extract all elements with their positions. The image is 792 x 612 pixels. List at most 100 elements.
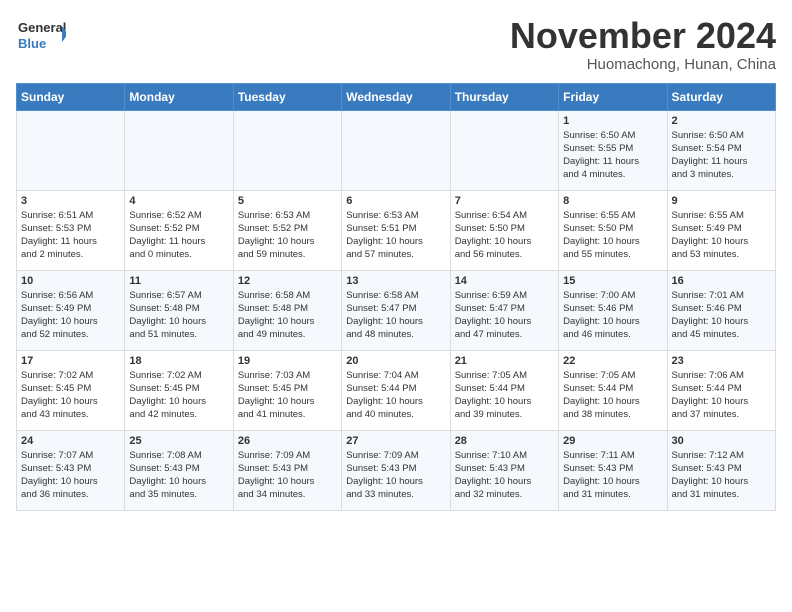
calendar-cell — [233, 110, 341, 190]
day-number: 19 — [238, 355, 337, 367]
calendar-cell: 8 Sunrise: 6:55 AMSunset: 5:50 PMDaylight… — [559, 190, 667, 270]
calendar-cell: 2Sunrise: 6:50 AMSunset: 5:54 PMDaylight… — [667, 110, 775, 190]
day-number: 21 — [455, 355, 554, 367]
day-info: Sunrise: 7:03 AMSunset: 5:45 PMDaylight:… — [238, 369, 337, 422]
day-number: 22 — [563, 355, 662, 367]
day-number: 29 — [563, 435, 662, 447]
calendar-cell: 23 Sunrise: 7:06 AMSunset: 5:44 PMDayligh… — [667, 350, 775, 430]
calendar-cell: 25 Sunrise: 7:08 AMSunset: 5:43 PMDayligh… — [125, 430, 233, 510]
weekday-header-friday: Friday — [559, 83, 667, 110]
day-number: 1 — [563, 115, 662, 127]
day-number: 27 — [346, 435, 445, 447]
calendar-cell: 11 Sunrise: 6:57 AMSunset: 5:48 PMDayligh… — [125, 270, 233, 350]
day-number: 6 — [346, 195, 445, 207]
day-number: 10 — [21, 275, 120, 287]
calendar-cell: 29 Sunrise: 7:11 AMSunset: 5:43 PMDayligh… — [559, 430, 667, 510]
calendar-cell: 16 Sunrise: 7:01 AMSunset: 5:46 PMDayligh… — [667, 270, 775, 350]
day-number: 13 — [346, 275, 445, 287]
day-number: 8 — [563, 195, 662, 207]
week-row-5: 24 Sunrise: 7:07 AMSunset: 5:43 PMDayligh… — [17, 430, 776, 510]
calendar-cell: 6 Sunrise: 6:53 AMSunset: 5:51 PMDaylight… — [342, 190, 450, 270]
weekday-header-wednesday: Wednesday — [342, 83, 450, 110]
calendar-cell: 26Sunrise: 7:09 AMSunset: 5:43 PMDayligh… — [233, 430, 341, 510]
calendar-table: SundayMondayTuesdayWednesdayThursdayFrid… — [16, 83, 776, 511]
weekday-header-sunday: Sunday — [17, 83, 125, 110]
svg-text:Blue: Blue — [18, 36, 46, 51]
calendar-cell: 27Sunrise: 7:09 AMSunset: 5:43 PMDayligh… — [342, 430, 450, 510]
calendar-cell: 3Sunrise: 6:51 AMSunset: 5:53 PMDaylight… — [17, 190, 125, 270]
day-number: 2 — [672, 115, 771, 127]
weekday-header-row: SundayMondayTuesdayWednesdayThursdayFrid… — [17, 83, 776, 110]
week-row-2: 3Sunrise: 6:51 AMSunset: 5:53 PMDaylight… — [17, 190, 776, 270]
week-row-3: 10 Sunrise: 6:56 AMSunset: 5:49 PMDayligh… — [17, 270, 776, 350]
calendar-cell: 19 Sunrise: 7:03 AMSunset: 5:45 PMDayligh… — [233, 350, 341, 430]
page-header: General Blue November 2024 Huomachong, H… — [16, 16, 776, 73]
day-info: Sunrise: 6:59 AMSunset: 5:47 PMDaylight:… — [455, 289, 554, 342]
day-info: Sunrise: 7:04 AMSunset: 5:44 PMDaylight:… — [346, 369, 445, 422]
day-info: Sunrise: 6:57 AMSunset: 5:48 PMDaylight:… — [129, 289, 228, 342]
calendar-cell — [450, 110, 558, 190]
day-info: Sunrise: 6:54 AMSunset: 5:50 PMDaylight:… — [455, 209, 554, 262]
calendar-cell: 28Sunrise: 7:10 AMSunset: 5:43 PMDayligh… — [450, 430, 558, 510]
calendar-cell: 10 Sunrise: 6:56 AMSunset: 5:49 PMDayligh… — [17, 270, 125, 350]
day-info: Sunrise: 7:02 AMSunset: 5:45 PMDaylight:… — [21, 369, 120, 422]
day-info: Sunrise: 7:07 AMSunset: 5:43 PMDaylight:… — [21, 449, 120, 502]
day-number: 4 — [129, 195, 228, 207]
day-info: Sunrise: 7:12 AMSunset: 5:43 PMDaylight:… — [672, 449, 771, 502]
calendar-cell: 9Sunrise: 6:55 AMSunset: 5:49 PMDaylight… — [667, 190, 775, 270]
week-row-4: 17Sunrise: 7:02 AMSunset: 5:45 PMDayligh… — [17, 350, 776, 430]
day-number: 24 — [21, 435, 120, 447]
day-info: Sunrise: 6:53 AMSunset: 5:52 PMDaylight:… — [238, 209, 337, 262]
week-row-1: 1 Sunrise: 6:50 AMSunset: 5:55 PMDaylight… — [17, 110, 776, 190]
day-number: 14 — [455, 275, 554, 287]
day-number: 23 — [672, 355, 771, 367]
day-info: Sunrise: 7:10 AMSunset: 5:43 PMDaylight:… — [455, 449, 554, 502]
day-info: Sunrise: 7:06 AMSunset: 5:44 PMDaylight:… — [672, 369, 771, 422]
day-info: Sunrise: 7:11 AMSunset: 5:43 PMDaylight:… — [563, 449, 662, 502]
calendar-cell: 13 Sunrise: 6:58 AMSunset: 5:47 PMDayligh… — [342, 270, 450, 350]
day-info: Sunrise: 6:55 AMSunset: 5:49 PMDaylight:… — [672, 209, 771, 262]
day-info: Sunrise: 7:05 AMSunset: 5:44 PMDaylight:… — [563, 369, 662, 422]
calendar-cell: 12 Sunrise: 6:58 AMSunset: 5:48 PMDayligh… — [233, 270, 341, 350]
calendar-cell: 22 Sunrise: 7:05 AMSunset: 5:44 PMDayligh… — [559, 350, 667, 430]
location-subtitle: Huomachong, Hunan, China — [510, 56, 776, 73]
day-info: Sunrise: 7:05 AMSunset: 5:44 PMDaylight:… — [455, 369, 554, 422]
day-info: Sunrise: 7:09 AMSunset: 5:43 PMDaylight:… — [238, 449, 337, 502]
day-info: Sunrise: 6:58 AMSunset: 5:48 PMDaylight:… — [238, 289, 337, 342]
calendar-cell — [17, 110, 125, 190]
calendar-cell: 5 Sunrise: 6:53 AMSunset: 5:52 PMDaylight… — [233, 190, 341, 270]
weekday-header-monday: Monday — [125, 83, 233, 110]
logo-svg: General Blue — [16, 16, 66, 56]
day-info: Sunrise: 6:50 AMSunset: 5:55 PMDaylight:… — [563, 129, 662, 182]
day-info: Sunrise: 6:58 AMSunset: 5:47 PMDaylight:… — [346, 289, 445, 342]
weekday-header-saturday: Saturday — [667, 83, 775, 110]
day-number: 18 — [129, 355, 228, 367]
day-number: 12 — [238, 275, 337, 287]
weekday-header-tuesday: Tuesday — [233, 83, 341, 110]
day-info: Sunrise: 6:56 AMSunset: 5:49 PMDaylight:… — [21, 289, 120, 342]
day-info: Sunrise: 6:52 AMSunset: 5:52 PMDaylight:… — [129, 209, 228, 262]
calendar-cell: 1 Sunrise: 6:50 AMSunset: 5:55 PMDaylight… — [559, 110, 667, 190]
calendar-cell: 15 Sunrise: 7:00 AMSunset: 5:46 PMDayligh… — [559, 270, 667, 350]
day-number: 5 — [238, 195, 337, 207]
day-number: 16 — [672, 275, 771, 287]
calendar-cell: 4 Sunrise: 6:52 AMSunset: 5:52 PMDaylight… — [125, 190, 233, 270]
day-number: 25 — [129, 435, 228, 447]
svg-text:General: General — [18, 20, 66, 35]
day-number: 30 — [672, 435, 771, 447]
weekday-header-thursday: Thursday — [450, 83, 558, 110]
day-info: Sunrise: 7:00 AMSunset: 5:46 PMDaylight:… — [563, 289, 662, 342]
day-number: 11 — [129, 275, 228, 287]
calendar-cell — [125, 110, 233, 190]
calendar-cell: 20 Sunrise: 7:04 AMSunset: 5:44 PMDayligh… — [342, 350, 450, 430]
logo: General Blue — [16, 16, 66, 56]
calendar-cell — [342, 110, 450, 190]
day-info: Sunrise: 7:08 AMSunset: 5:43 PMDaylight:… — [129, 449, 228, 502]
day-number: 15 — [563, 275, 662, 287]
day-info: Sunrise: 6:53 AMSunset: 5:51 PMDaylight:… — [346, 209, 445, 262]
day-info: Sunrise: 7:01 AMSunset: 5:46 PMDaylight:… — [672, 289, 771, 342]
day-number: 7 — [455, 195, 554, 207]
day-number: 20 — [346, 355, 445, 367]
day-info: Sunrise: 6:55 AMSunset: 5:50 PMDaylight:… — [563, 209, 662, 262]
calendar-cell: 17Sunrise: 7:02 AMSunset: 5:45 PMDayligh… — [17, 350, 125, 430]
